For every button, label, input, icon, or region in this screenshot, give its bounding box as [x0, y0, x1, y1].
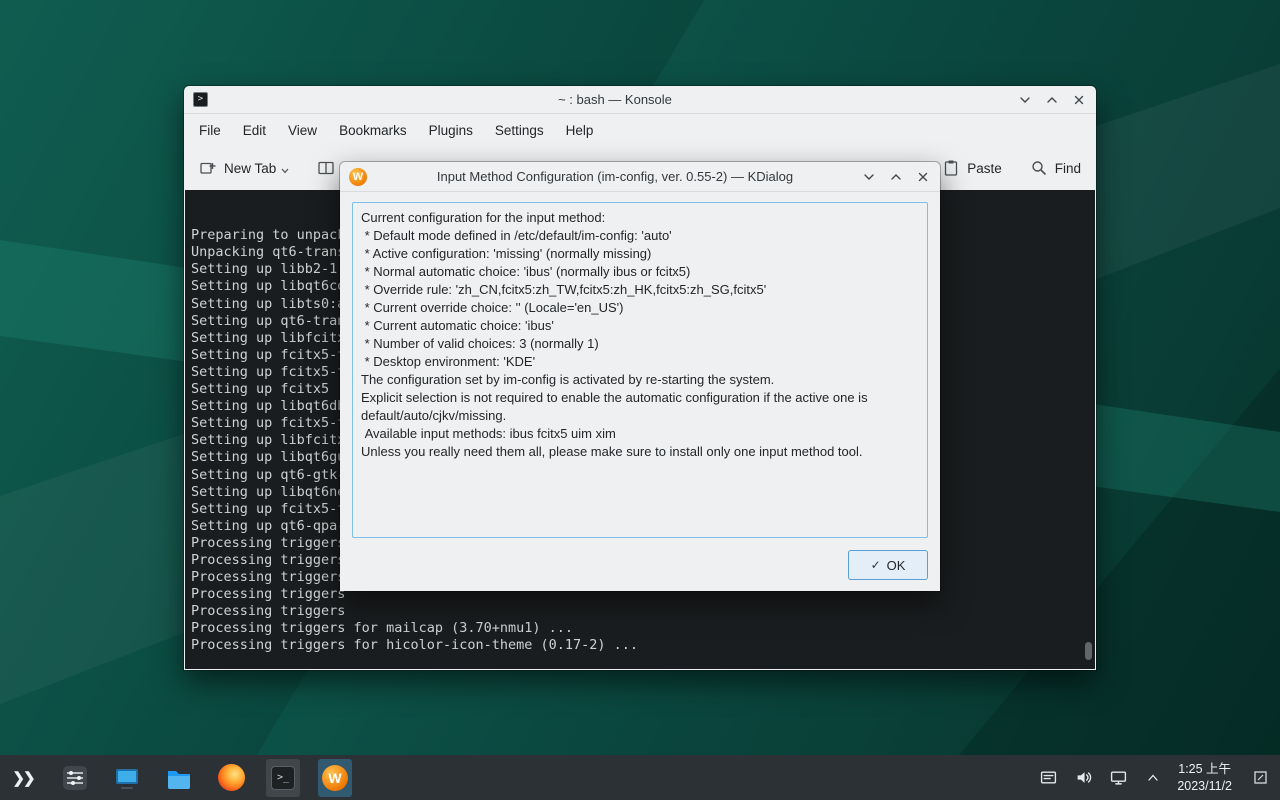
new-tab-button[interactable]: New Tab — [199, 159, 289, 177]
ok-button[interactable]: ✓ OK — [848, 550, 928, 580]
volume-tray-button[interactable] — [1073, 768, 1093, 788]
close-button[interactable] — [1071, 92, 1087, 108]
volume-icon — [1075, 769, 1092, 786]
maximize-button[interactable] — [1044, 92, 1060, 108]
menu-item[interactable]: Help — [555, 118, 605, 143]
konsole-titlebar[interactable]: > ~ : bash — Konsole — [184, 86, 1096, 114]
display-settings-button[interactable] — [110, 759, 144, 797]
menu-item[interactable]: Plugins — [418, 118, 484, 143]
folder-icon — [165, 764, 193, 792]
search-icon — [1030, 159, 1048, 177]
dialog-message-line: * Desktop environment: 'KDE' — [361, 353, 919, 371]
clock-widget[interactable]: 1:25 上午 2023/11/2 — [1177, 761, 1232, 794]
im-config-icon: W — [322, 765, 348, 791]
firefox-button[interactable] — [214, 759, 248, 797]
app-launcher-icon: ❯❯ — [12, 769, 33, 787]
file-manager-button[interactable] — [162, 759, 196, 797]
split-view-icon — [317, 159, 335, 177]
taskbar-im-config-task[interactable]: W — [318, 759, 352, 797]
dialog-message-line: * Number of valid choices: 3 (normally 1… — [361, 335, 919, 353]
dialog-message-line: Explicit selection is not required to en… — [361, 389, 919, 425]
dialog-message-line: * Current automatic choice: 'ibus' — [361, 317, 919, 335]
clock-date: 2023/11/2 — [1177, 778, 1232, 794]
dialog-title: Input Method Configuration (im-config, v… — [380, 169, 850, 184]
dialog-message-box: Current configuration for the input meth… — [352, 202, 928, 538]
menu-item[interactable]: Bookmarks — [328, 118, 418, 143]
dialog-message-line: * Normal automatic choice: 'ibus' (norma… — [361, 263, 919, 281]
expand-tray-button[interactable] — [1143, 768, 1163, 788]
taskbar: ❯❯ >_ W — [0, 755, 1280, 800]
dialog-message-line: Available input methods: ibus fcitx5 uim… — [361, 425, 919, 443]
menu-item[interactable]: Settings — [484, 118, 555, 143]
konsole-icon: >_ — [271, 766, 295, 790]
notifications-tray-button[interactable] — [1038, 768, 1058, 788]
dialog-message-line: Unless you really need them all, please … — [361, 443, 919, 461]
taskbar-konsole-task[interactable]: >_ — [266, 759, 300, 797]
app-launcher-button[interactable]: ❯❯ — [6, 759, 40, 797]
konsole-window-icon: > — [193, 92, 208, 107]
dialog-close-button[interactable] — [915, 169, 931, 185]
notifications-icon — [1040, 769, 1057, 786]
menu-item[interactable]: View — [277, 118, 328, 143]
dialog-message-line: The configuration set by im-config is ac… — [361, 371, 919, 389]
dialog-message-line: Current configuration for the input meth… — [361, 209, 919, 227]
firefox-icon — [218, 764, 245, 791]
paste-button[interactable]: Paste — [942, 159, 1002, 177]
im-config-dialog-icon: W — [349, 168, 367, 186]
dialog-maximize-button[interactable] — [888, 169, 904, 185]
dialog-message-line: * Active configuration: 'missing' (norma… — [361, 245, 919, 263]
show-desktop-button[interactable] — [1248, 759, 1272, 797]
terminal-line: Processing triggers — [191, 603, 1095, 620]
chevron-up-icon — [1146, 771, 1160, 785]
screen-layout-icon — [1110, 769, 1127, 786]
terminal-line: Processing triggers for hicolor-icon-the… — [191, 637, 1095, 654]
terminal-line: Processing triggers for mailcap (3.70+nm… — [191, 620, 1095, 637]
new-tab-icon — [199, 159, 217, 177]
sliders-icon — [61, 764, 89, 792]
check-icon: ✓ — [871, 558, 881, 572]
find-button[interactable]: Find — [1030, 159, 1081, 177]
clock-time: 1:25 上午 — [1177, 761, 1232, 777]
scrollbar-thumb[interactable] — [1085, 642, 1092, 660]
konsole-window-title: ~ : bash — Konsole — [224, 92, 1006, 107]
konsole-menubar: FileEditViewBookmarksPluginsSettingsHelp — [184, 114, 1096, 146]
screen-layout-tray-button[interactable] — [1108, 768, 1128, 788]
task-manager-settings-button[interactable] — [58, 759, 92, 797]
paste-icon — [942, 159, 960, 177]
monitor-icon — [113, 764, 141, 792]
menu-item[interactable]: Edit — [232, 118, 277, 143]
show-desktop-icon — [1253, 770, 1268, 785]
dialog-message-line: * Default mode defined in /etc/default/i… — [361, 227, 919, 245]
menu-item[interactable]: File — [188, 118, 232, 143]
minimize-button[interactable] — [1017, 92, 1033, 108]
im-config-dialog: W Input Method Configuration (im-config,… — [340, 162, 940, 591]
dialog-minimize-button[interactable] — [861, 169, 877, 185]
dialog-message-line: * Override rule: 'zh_CN,fcitx5:zh_TW,fci… — [361, 281, 919, 299]
dialog-message-line: * Current override choice: '' (Locale='e… — [361, 299, 919, 317]
dialog-titlebar[interactable]: W Input Method Configuration (im-config,… — [340, 162, 940, 192]
chevron-down-icon — [281, 168, 289, 174]
